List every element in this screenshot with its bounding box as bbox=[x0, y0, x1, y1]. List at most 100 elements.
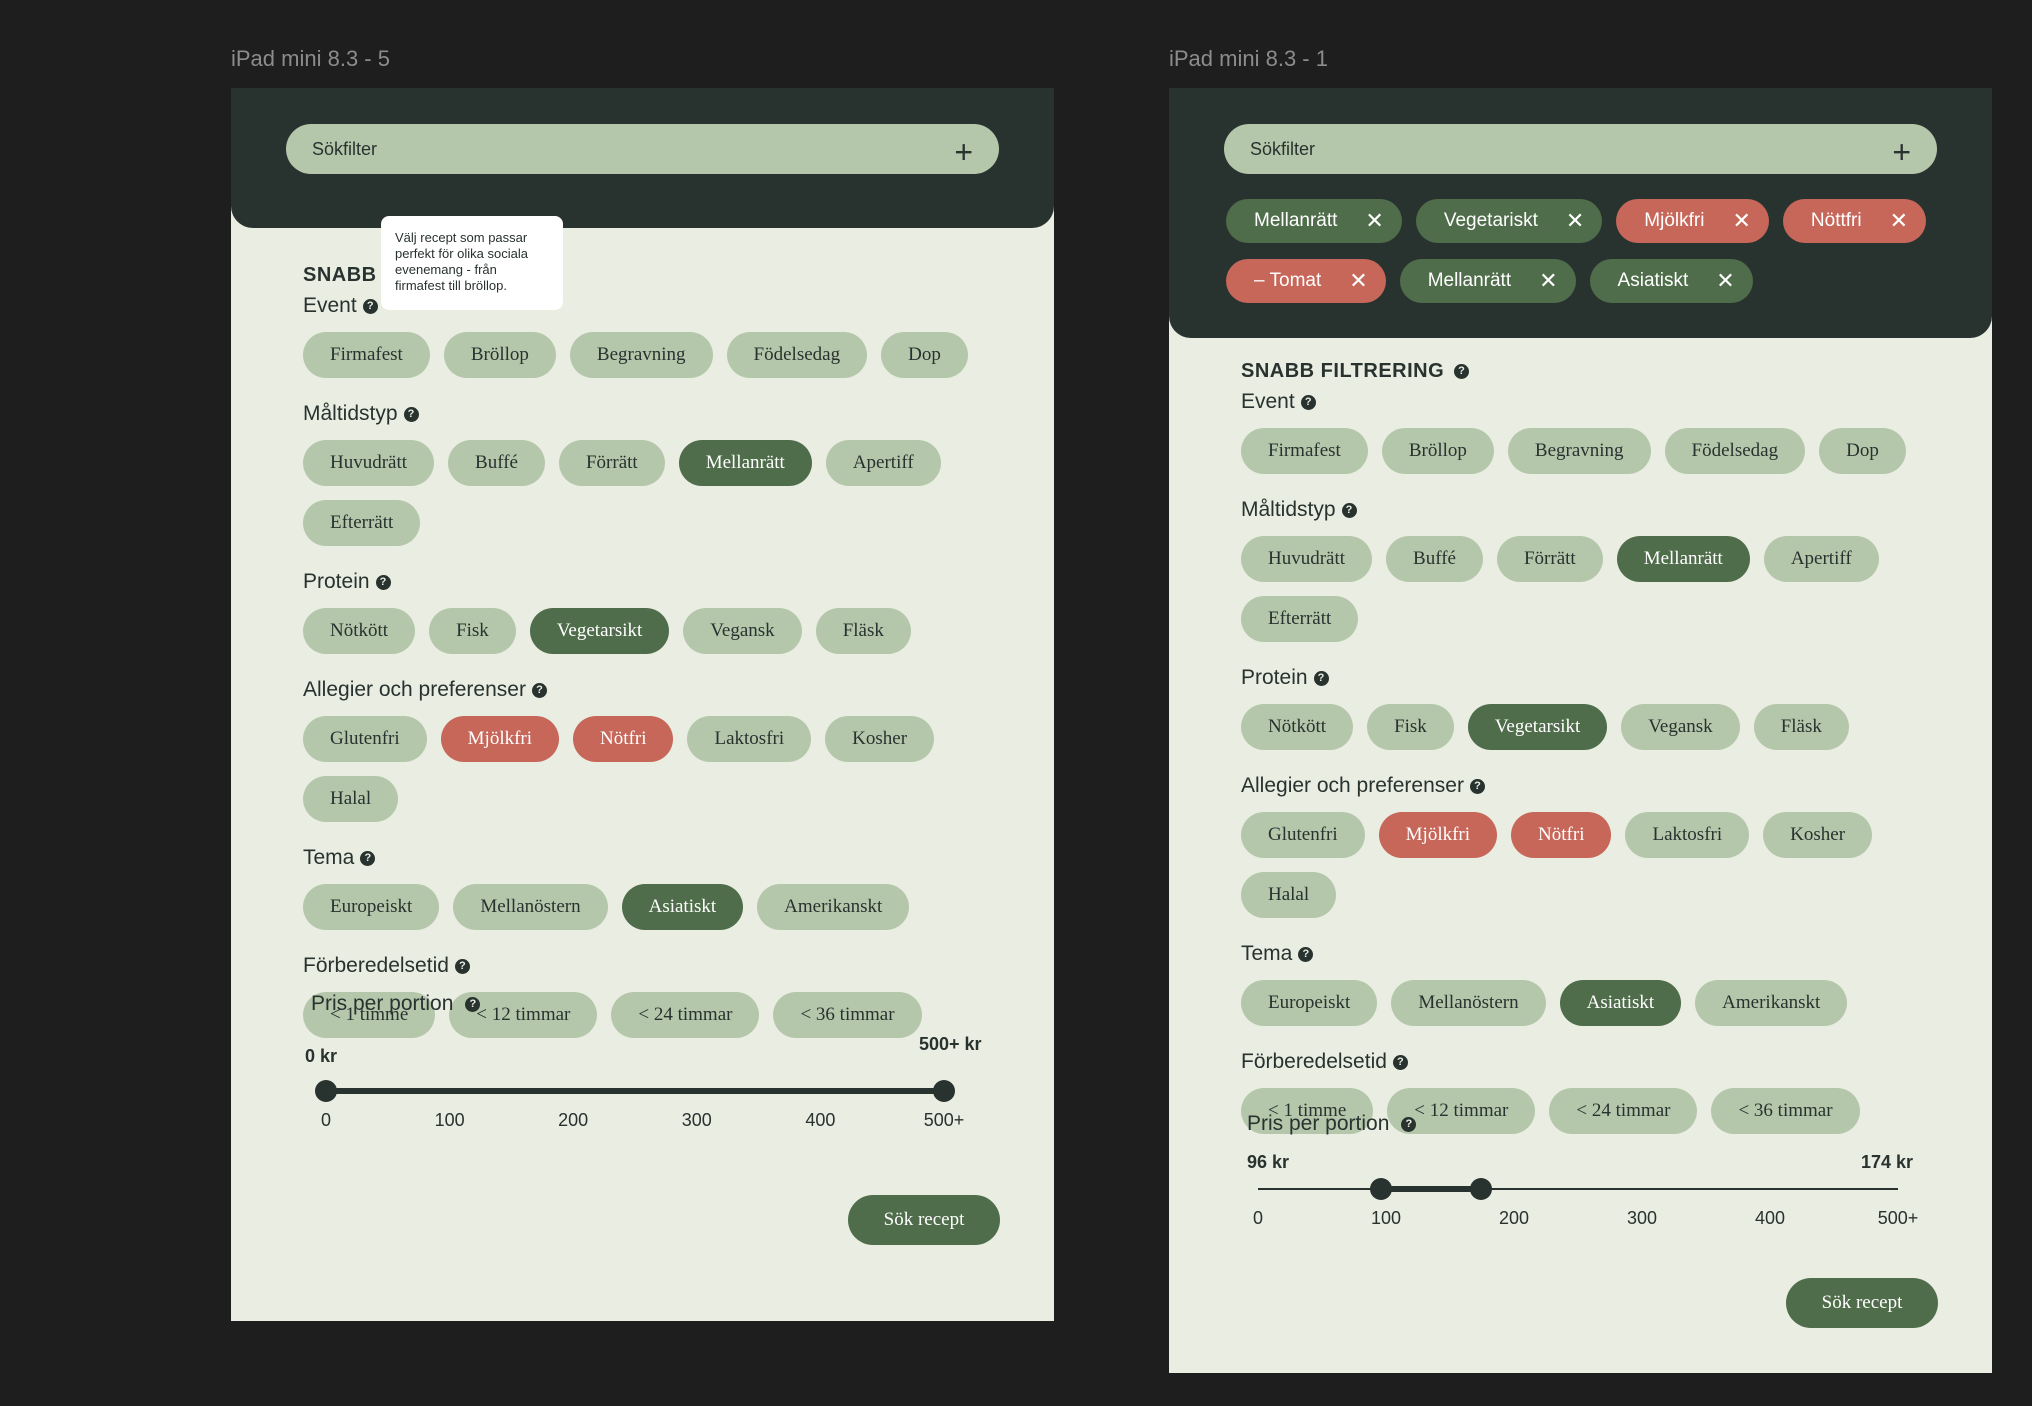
chip-protein[interactable]: Fläsk bbox=[815, 608, 911, 654]
active-filter-chip[interactable]: Mjölkfri ✕ bbox=[1616, 199, 1769, 243]
close-icon[interactable]: ✕ bbox=[1365, 208, 1383, 234]
help-icon[interactable]: ? bbox=[1300, 394, 1316, 410]
chip-meal-type[interactable]: Efterrätt bbox=[303, 500, 421, 546]
search-filter-bar[interactable]: Sökfilter + bbox=[286, 124, 999, 174]
help-icon[interactable]: ? bbox=[465, 996, 481, 1012]
chip-prep-time[interactable]: < 24 timmar bbox=[1549, 1088, 1698, 1134]
chip-prep-time[interactable]: < 24 timmar bbox=[611, 992, 760, 1038]
chip-protein[interactable]: Nötkött bbox=[303, 608, 416, 654]
price-max-label: 500+ kr bbox=[919, 1034, 982, 1054]
close-icon[interactable]: ✕ bbox=[1716, 268, 1734, 294]
chip-protein[interactable]: Vegetarsikt bbox=[1467, 704, 1608, 750]
chip-theme[interactable]: Mellanöstern bbox=[1391, 980, 1546, 1026]
chip-meal-type[interactable]: Mellanrätt bbox=[1616, 536, 1750, 582]
chip-allergies[interactable]: Kosher bbox=[825, 716, 935, 762]
chip-protein[interactable]: Vegetarsikt bbox=[529, 608, 670, 654]
close-icon[interactable]: ✕ bbox=[1732, 208, 1750, 234]
chip-theme[interactable]: Amerikanskt bbox=[1695, 980, 1848, 1026]
slider-max-handle[interactable] bbox=[933, 1080, 955, 1102]
chip-event[interactable]: Bröllop bbox=[443, 332, 556, 378]
chip-protein[interactable]: Fisk bbox=[1367, 704, 1454, 750]
active-filter-chip[interactable]: Mellanrätt ✕ bbox=[1399, 259, 1576, 303]
chip-meal-type[interactable]: Efterrätt bbox=[1241, 596, 1359, 642]
chip-allergies[interactable]: Laktosfri bbox=[1625, 812, 1750, 858]
chip-meal-type[interactable]: Förrätt bbox=[1496, 536, 1603, 582]
chip-allergies[interactable]: Glutenfri bbox=[303, 716, 427, 762]
chip-theme[interactable]: Asiatiskt bbox=[1559, 980, 1682, 1026]
chip-allergies[interactable]: Nötfri bbox=[573, 716, 674, 762]
close-icon[interactable]: ✕ bbox=[1566, 208, 1584, 234]
chip-theme[interactable]: Mellanöstern bbox=[453, 884, 608, 930]
close-icon[interactable]: ✕ bbox=[1349, 268, 1367, 294]
active-filter-chip[interactable]: – Tomat ✕ bbox=[1226, 259, 1386, 303]
active-filter-chip[interactable]: Vegetariskt ✕ bbox=[1415, 199, 1603, 243]
active-filter-chip[interactable]: Nöttfri ✕ bbox=[1782, 199, 1927, 243]
chip-meal-type[interactable]: Huvudrätt bbox=[303, 440, 435, 486]
chip-event[interactable]: Dop bbox=[1819, 428, 1906, 474]
chip-theme[interactable]: Asiatiskt bbox=[621, 884, 744, 930]
chip-event[interactable]: Begravning bbox=[569, 332, 713, 378]
chip-protein[interactable]: Vegansk bbox=[1621, 704, 1740, 750]
chip-theme[interactable]: Europeiskt bbox=[303, 884, 440, 930]
help-icon[interactable]: ? bbox=[1401, 1116, 1417, 1132]
chip-allergies[interactable]: Nötfri bbox=[1511, 812, 1612, 858]
slider-track[interactable] bbox=[1258, 1188, 1898, 1190]
help-icon[interactable]: ? bbox=[362, 298, 378, 314]
chip-event[interactable]: Dop bbox=[881, 332, 968, 378]
chip-allergies[interactable]: Laktosfri bbox=[687, 716, 812, 762]
search-recipes-button[interactable]: Sök recept bbox=[848, 1195, 1000, 1245]
chip-event[interactable]: Firmafest bbox=[303, 332, 430, 378]
active-filter-chip[interactable]: Asiatiskt ✕ bbox=[1589, 259, 1753, 303]
search-filter-bar[interactable]: Sökfilter + bbox=[1224, 124, 1937, 174]
chip-event[interactable]: Födelsedag bbox=[1664, 428, 1806, 474]
chip-protein[interactable]: Nötkött bbox=[1241, 704, 1354, 750]
plus-icon[interactable]: + bbox=[1892, 136, 1911, 168]
help-icon[interactable]: ? bbox=[1313, 670, 1329, 686]
chip-protein[interactable]: Fisk bbox=[429, 608, 516, 654]
price-slider[interactable]: 0 100 200 300 400 500+ bbox=[1247, 1178, 1918, 1238]
help-icon[interactable]: ? bbox=[360, 850, 376, 866]
price-slider[interactable]: 0 100 200 300 400 500+ bbox=[315, 1080, 964, 1140]
chip-event[interactable]: Begravning bbox=[1507, 428, 1651, 474]
chip-protein[interactable]: Fläsk bbox=[1753, 704, 1849, 750]
chip-meal-type[interactable]: Förrätt bbox=[558, 440, 665, 486]
chip-meal-type[interactable]: Huvudrätt bbox=[1241, 536, 1373, 582]
active-filter-chip[interactable]: Mellanrätt ✕ bbox=[1226, 199, 1402, 243]
help-icon[interactable]: ? bbox=[1298, 946, 1314, 962]
chip-meal-type[interactable]: Mellanrätt bbox=[678, 440, 812, 486]
chip-meal-type[interactable]: Apertiff bbox=[825, 440, 941, 486]
slider-min-handle[interactable] bbox=[1369, 1178, 1392, 1200]
help-icon[interactable]: ? bbox=[531, 682, 547, 698]
chip-event[interactable]: Bröllop bbox=[1381, 428, 1494, 474]
help-icon[interactable]: ? bbox=[1341, 502, 1357, 518]
chip-event[interactable]: Firmafest bbox=[1241, 428, 1368, 474]
chip-meal-type[interactable]: Apertiff bbox=[1763, 536, 1879, 582]
slider-min-handle[interactable] bbox=[315, 1080, 337, 1102]
chip-allergies[interactable]: Glutenfri bbox=[1241, 812, 1365, 858]
close-icon[interactable]: ✕ bbox=[1539, 268, 1557, 294]
help-icon[interactable]: ? bbox=[454, 958, 470, 974]
help-icon[interactable]: ? bbox=[1392, 1054, 1408, 1070]
slider-tick-label: 0 bbox=[1252, 1208, 1264, 1228]
chip-allergies[interactable]: Halal bbox=[1241, 872, 1337, 918]
chip-meal-type[interactable]: Buffé bbox=[1386, 536, 1483, 582]
plus-icon[interactable]: + bbox=[954, 136, 973, 168]
chip-meal-type[interactable]: Buffé bbox=[448, 440, 545, 486]
chip-allergies[interactable]: Halal bbox=[303, 776, 399, 822]
chip-allergies[interactable]: Mjölkfri bbox=[440, 716, 560, 762]
chip-prep-time[interactable]: < 36 timmar bbox=[1711, 1088, 1860, 1134]
chip-prep-time[interactable]: < 36 timmar bbox=[773, 992, 922, 1038]
close-icon[interactable]: ✕ bbox=[1890, 208, 1908, 234]
help-icon[interactable]: ? bbox=[375, 574, 391, 590]
help-icon[interactable]: ? bbox=[1469, 778, 1485, 794]
chip-theme[interactable]: Amerikanskt bbox=[757, 884, 910, 930]
help-icon[interactable]: ? bbox=[403, 406, 419, 422]
help-icon[interactable]: ? bbox=[1454, 363, 1470, 379]
slider-max-handle[interactable] bbox=[1469, 1178, 1492, 1200]
chip-allergies[interactable]: Mjölkfri bbox=[1378, 812, 1498, 858]
chip-event[interactable]: Födelsedag bbox=[726, 332, 868, 378]
chip-allergies[interactable]: Kosher bbox=[1763, 812, 1873, 858]
search-recipes-button[interactable]: Sök recept bbox=[1786, 1278, 1938, 1328]
chip-protein[interactable]: Vegansk bbox=[683, 608, 802, 654]
chip-theme[interactable]: Europeiskt bbox=[1241, 980, 1378, 1026]
